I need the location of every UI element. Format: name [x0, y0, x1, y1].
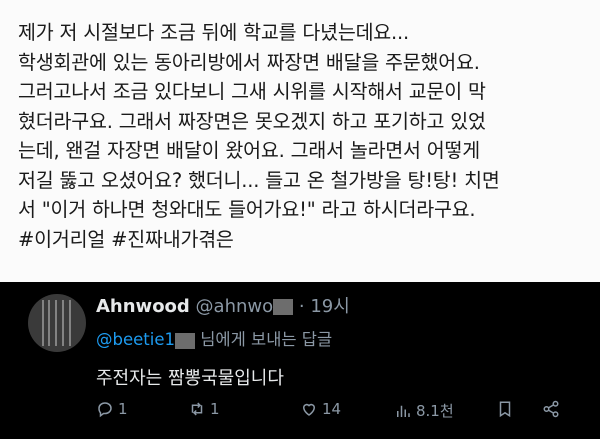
retweet-count: 1	[210, 400, 220, 418]
avatar[interactable]	[28, 294, 86, 352]
reply-button[interactable]: 1	[96, 400, 128, 418]
author-handle[interactable]: @ahnwo	[196, 296, 274, 317]
views-button[interactable]: 8.1천	[394, 400, 454, 421]
bookmark-icon	[499, 401, 511, 418]
action-bar: 1 1 14 8.1천	[96, 400, 586, 426]
reply-header: Ahnwood @ahnwo · 19시	[96, 292, 350, 318]
like-count: 14	[322, 400, 342, 418]
views-count: 8.1천	[416, 402, 454, 420]
heart-icon	[302, 403, 316, 416]
share-button[interactable]	[542, 400, 560, 418]
reply-body: 주전자는 짬뽕국물입니다	[96, 368, 284, 389]
share-icon	[543, 400, 559, 418]
redaction	[174, 332, 195, 349]
retweet-button[interactable]: 1	[188, 400, 220, 418]
reply-icon	[98, 402, 112, 418]
reply-tweet: Ahnwood @ahnwo · 19시 @beetie1 님에게 보내는 답글…	[0, 282, 600, 439]
timestamp[interactable]: · 19시	[299, 296, 350, 317]
replying-to: @beetie1 님에게 보내는 답글	[96, 326, 332, 350]
redaction	[273, 299, 294, 315]
original-post: 제가 저 시절보다 조금 뒤에 학교를 다녔는데요... 학생회관에 있는 동아…	[0, 0, 600, 282]
post-text: 제가 저 시절보다 조금 뒤에 학교를 다녔는데요... 학생회관에 있는 동아…	[18, 21, 500, 251]
author-name[interactable]: Ahnwood	[96, 296, 190, 317]
views-icon	[397, 405, 410, 417]
replying-suffix: 님에게 보내는 답글	[200, 330, 333, 349]
retweet-icon	[191, 402, 203, 416]
mention-link[interactable]: @beetie1	[96, 330, 175, 349]
bookmark-button[interactable]	[496, 400, 514, 418]
reply-count: 1	[118, 400, 128, 418]
like-button[interactable]: 14	[300, 400, 341, 418]
